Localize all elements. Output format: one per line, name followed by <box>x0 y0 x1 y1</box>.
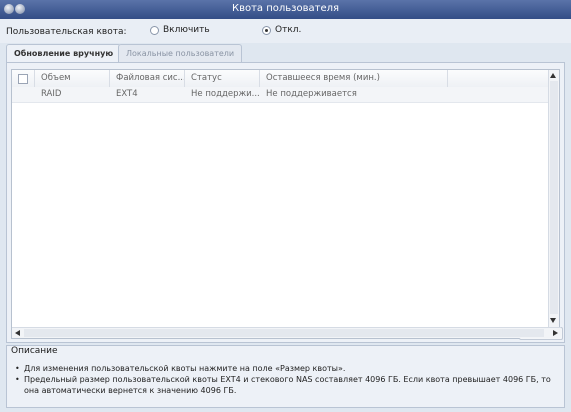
radio-label-enable: Включить <box>163 25 210 35</box>
scroll-right-arrow-icon[interactable] <box>551 329 560 338</box>
horizontal-scrollbar[interactable] <box>12 327 561 338</box>
volume-table: Объем Файловая сис... Статус Оставшееся … <box>11 69 563 340</box>
cell-remaining-time: Не поддерживается <box>266 89 357 99</box>
quota-off-radio[interactable]: Откл. <box>262 25 301 35</box>
cell-status: Не поддержи... <box>191 89 260 99</box>
quota-label: Пользовательская квота: <box>6 27 127 37</box>
title-bar: Квота пользователя <box>0 0 571 19</box>
scroll-left-arrow-icon[interactable] <box>13 329 22 338</box>
quota-enable-radio[interactable]: Включить <box>150 25 210 35</box>
horizontal-scroll-thumb[interactable] <box>24 329 544 337</box>
tab-panel: Объем Файловая сис... Статус Оставшееся … <box>6 62 565 343</box>
description-list: Для изменения пользовательской квоты наж… <box>15 363 561 396</box>
vertical-scroll-thumb[interactable] <box>550 81 558 314</box>
radio-circle-checked[interactable] <box>262 25 271 35</box>
vertical-scrollbar[interactable] <box>548 70 559 328</box>
tab-manual-update[interactable]: Обновление вручную <box>6 44 122 63</box>
description-title: Описание <box>11 346 58 356</box>
window-title: Квота пользователя <box>231 3 340 14</box>
scroll-up-arrow-icon[interactable] <box>549 71 558 80</box>
cell-volume: RAID <box>41 89 62 99</box>
user-quota-window: Квота пользователя Пользовательская квот… <box>0 0 571 412</box>
description-item: Для изменения пользовательской квоты наж… <box>15 363 561 374</box>
description-box: Описание Для изменения пользовательской … <box>6 345 565 408</box>
header-select-all[interactable] <box>12 70 35 87</box>
radio-label-off: Откл. <box>275 25 302 35</box>
column-header-status[interactable]: Статус <box>185 70 260 87</box>
table-header: Объем Файловая сис... Статус Оставшееся … <box>12 70 549 88</box>
column-header-filesystem[interactable]: Файловая сис... <box>110 70 185 87</box>
column-header-remaining-time[interactable]: Оставшееся время (мин.) <box>260 70 448 87</box>
scroll-down-arrow-icon[interactable] <box>549 316 558 325</box>
select-all-checkbox[interactable] <box>18 74 28 84</box>
column-header-volume[interactable]: Объем <box>35 70 110 87</box>
tab-local-users[interactable]: Локальные пользователи <box>118 44 243 63</box>
quota-settings-row: Пользовательская квота: Включить Откл. <box>0 19 571 43</box>
description-item: Предельный размер пользовательской квоты… <box>15 374 561 396</box>
table-row[interactable]: RAID EXT4 Не поддержи... Не поддерживает… <box>12 87 549 103</box>
cell-filesystem: EXT4 <box>116 89 138 99</box>
radio-circle[interactable] <box>150 25 159 35</box>
